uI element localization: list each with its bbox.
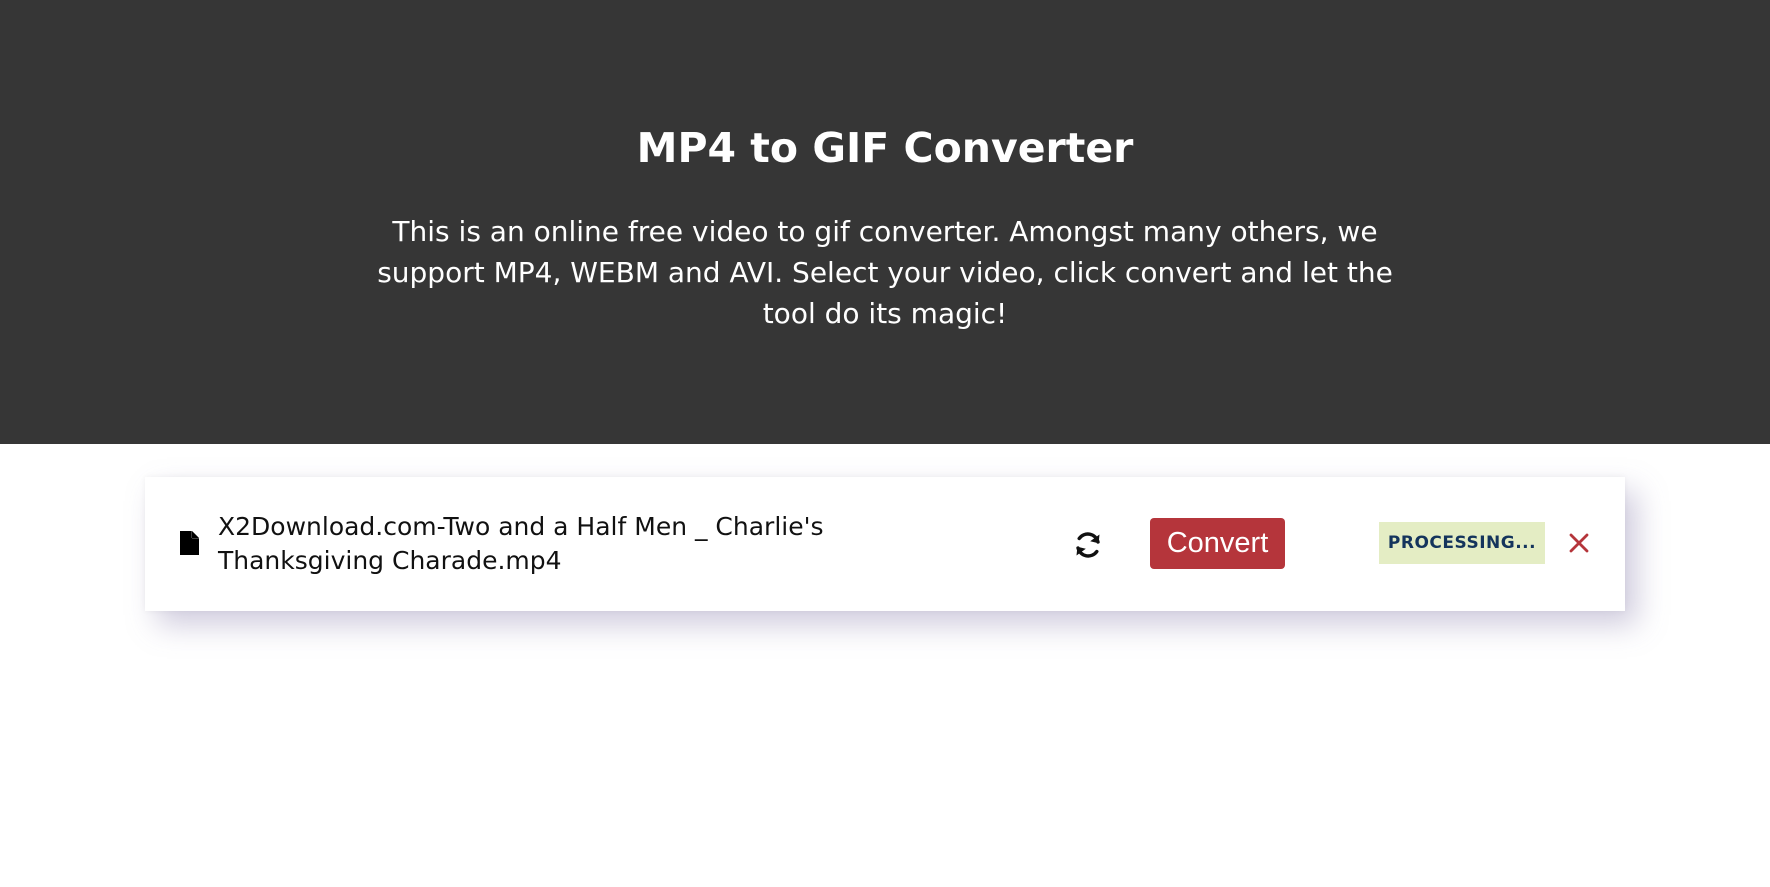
file-item-card: X2Download.com-Two and a Half Men _ Char… [145, 477, 1625, 611]
refresh-icon[interactable] [1072, 529, 1104, 561]
status-badge: PROCESSING... [1379, 522, 1545, 564]
file-icon [180, 531, 199, 555]
close-icon[interactable] [1567, 531, 1591, 555]
file-name: X2Download.com-Two and a Half Men _ Char… [218, 512, 824, 575]
hero-header: MP4 to GIF Converter This is an online f… [0, 0, 1770, 444]
page-description: This is an online free video to gif conv… [377, 215, 1393, 330]
page-title: MP4 to GIF Converter [636, 124, 1134, 172]
convert-button[interactable]: Convert [1150, 518, 1285, 569]
